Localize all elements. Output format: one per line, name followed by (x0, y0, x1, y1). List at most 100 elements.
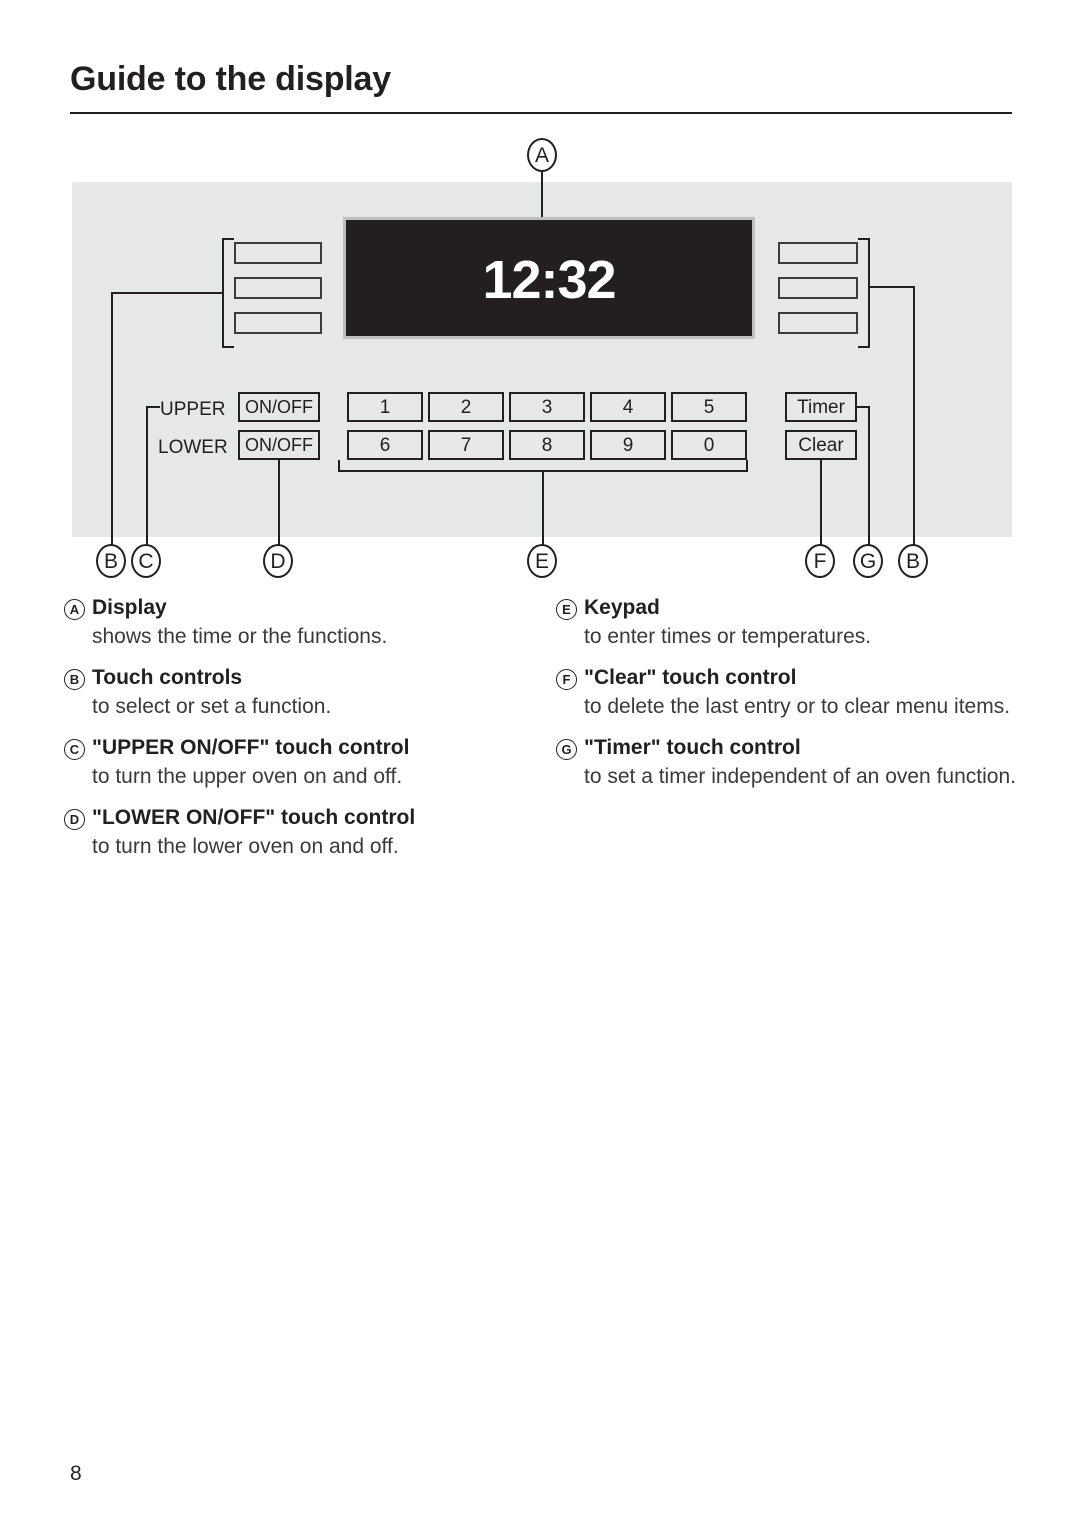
lower-onoff-key[interactable]: ON/OFF (238, 430, 320, 460)
control-panel-figure: A 12:32 UPPER LOWER ON/OFF ON/OFF 1 2 3 … (0, 130, 1080, 590)
legend-item-e: E Keypad to enter times or temperatures. (556, 596, 1026, 650)
keypad-key-7[interactable]: 7 (428, 430, 504, 460)
keypad-key-4[interactable]: 4 (590, 392, 666, 422)
callout-b-left: B (96, 544, 126, 578)
clear-key[interactable]: Clear (785, 430, 857, 460)
legend-item-d-head: D "LOWER ON/OFF" touch control (64, 806, 534, 831)
keypad-key-3[interactable]: 3 (509, 392, 585, 422)
legend-title-c: "UPPER ON/OFF" touch control (92, 736, 410, 760)
leader-line-e (542, 471, 544, 546)
leader-line-b-left-v (111, 292, 113, 546)
lower-onoff-label: ON/OFF (245, 435, 313, 455)
keypad-key-9-label: 9 (622, 434, 634, 456)
keypad-key-0-label: 0 (703, 434, 715, 456)
timer-key[interactable]: Timer (785, 392, 857, 422)
label-upper: UPPER (160, 399, 226, 420)
legend-title-g: "Timer" touch control (584, 736, 801, 760)
leader-line-c-v (146, 406, 148, 546)
callout-b-right: B (898, 544, 928, 578)
label-lower: LOWER (158, 437, 228, 458)
legend-item-c: C "UPPER ON/OFF" touch control to turn t… (64, 736, 534, 790)
callout-b-right-label: B (905, 549, 920, 573)
keypad-key-0[interactable]: 0 (671, 430, 747, 460)
leader-line-f (820, 460, 822, 546)
touch-control-bar-left-1[interactable] (234, 242, 322, 264)
keypad-key-7-label: 7 (460, 434, 472, 456)
legend-item-b: B Touch controls to select or set a func… (64, 666, 534, 720)
callout-d-label: D (270, 549, 286, 573)
keypad-key-6[interactable]: 6 (347, 430, 423, 460)
leader-line-b-left-h (111, 292, 224, 294)
legend-item-e-head: E Keypad (556, 596, 1026, 621)
leader-line-b-right-v (913, 286, 915, 546)
bracket-touch-controls-right (858, 238, 870, 348)
legend-badge-b: B (64, 669, 85, 691)
callout-c: C (131, 544, 161, 578)
legend-badge-a: A (64, 599, 85, 620)
legend-column-left: A Display shows the time or the function… (64, 596, 534, 876)
legend-title-e: Keypad (584, 596, 660, 619)
keypad-key-6-label: 6 (379, 434, 391, 456)
touch-control-bar-right-2[interactable] (778, 277, 858, 299)
legend-column-right: E Keypad to enter times or temperatures.… (556, 596, 1026, 806)
legend-badge-d: D (64, 809, 85, 831)
legend-body-d: to turn the lower oven on and off. (92, 834, 399, 858)
legend-title-d: "LOWER ON/OFF" touch control (92, 806, 416, 830)
leader-line-b-right-h (869, 286, 915, 288)
legend-badge-c: C (64, 739, 85, 761)
legend-badge-g: G (556, 739, 577, 761)
keypad-key-8-label: 8 (541, 434, 553, 456)
keypad-key-4-label: 4 (622, 396, 634, 418)
display-time: 12:32 (482, 250, 616, 310)
legend-item-b-head: B Touch controls (64, 666, 534, 691)
legend-title-b: Touch controls (92, 666, 243, 690)
callout-c-label: C (138, 549, 154, 573)
callout-d: D (263, 544, 293, 578)
keypad-key-8[interactable]: 8 (509, 430, 585, 460)
callout-e-label: E (534, 549, 549, 573)
page-number: 8 (70, 1462, 82, 1485)
title-divider (70, 112, 1012, 114)
leader-line-c-h (146, 406, 160, 408)
callout-f-label: F (813, 549, 827, 573)
leader-line-d (278, 460, 280, 546)
touch-control-bar-left-3[interactable] (234, 312, 322, 334)
legend-item-f-head: F "Clear" touch control (556, 666, 1026, 691)
legend-title-a: Display (92, 596, 167, 619)
legend-item-g-head: G "Timer" touch control (556, 736, 1026, 761)
legend-item-c-head: C "UPPER ON/OFF" touch control (64, 736, 534, 761)
legend-item-g: G "Timer" touch control to set a timer i… (556, 736, 1026, 790)
timer-key-label: Timer (797, 396, 845, 418)
callout-g-label: G (859, 549, 877, 573)
keypad-key-2[interactable]: 2 (428, 392, 504, 422)
touch-control-bar-left-2[interactable] (234, 277, 322, 299)
clear-key-label: Clear (798, 434, 844, 456)
callout-f: F (805, 544, 835, 578)
legend-item-a-head: A Display (64, 596, 534, 621)
touch-control-bar-right-1[interactable] (778, 242, 858, 264)
legend-title-f: "Clear" touch control (584, 666, 797, 690)
legend-badge-e: E (556, 599, 577, 620)
keypad-key-5[interactable]: 5 (671, 392, 747, 422)
upper-onoff-label: ON/OFF (245, 397, 313, 417)
callout-a-label: A (534, 143, 549, 167)
legend-body-e: to enter times or temperatures. (584, 624, 872, 648)
leader-line-g-v (868, 406, 870, 546)
touch-control-bar-right-3[interactable] (778, 312, 858, 334)
page-title: Guide to the display (70, 60, 391, 98)
keypad-key-1[interactable]: 1 (347, 392, 423, 422)
callout-e: E (527, 544, 557, 578)
legend-item-a: A Display shows the time or the function… (64, 596, 534, 650)
keypad-key-9[interactable]: 9 (590, 430, 666, 460)
legend-body-f: to delete the last entry or to clear men… (584, 694, 1011, 718)
legend-body-b: to select or set a function. (92, 694, 332, 718)
legend-body-a: shows the time or the functions. (92, 624, 388, 648)
legend-badge-f: F (556, 669, 577, 691)
keypad-key-2-label: 2 (460, 396, 472, 418)
legend-item-d: D "LOWER ON/OFF" touch control to turn t… (64, 806, 534, 860)
callout-g: G (853, 544, 883, 578)
legend-body-g: to set a timer independent of an oven fu… (584, 764, 1016, 788)
upper-onoff-key[interactable]: ON/OFF (238, 392, 320, 422)
keypad-key-5-label: 5 (703, 396, 715, 418)
keypad-key-3-label: 3 (541, 396, 553, 418)
